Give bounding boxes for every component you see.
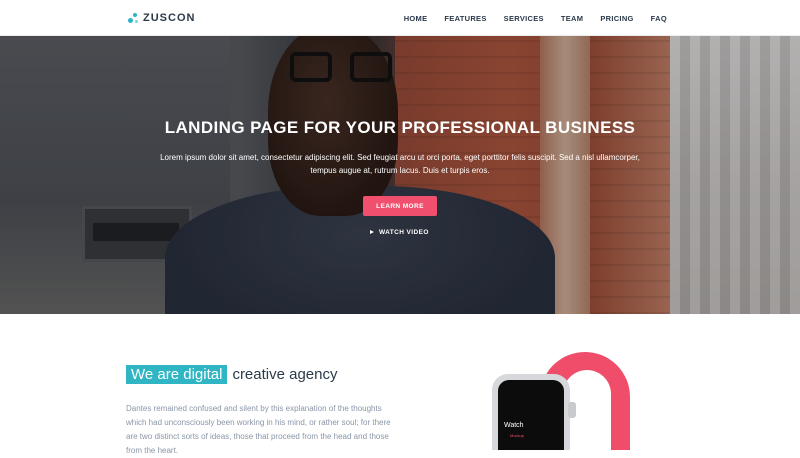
hero-content: LANDING PAGE FOR YOUR PROFESSIONAL BUSIN…: [0, 36, 800, 314]
nav-item-team[interactable]: TEAM: [561, 14, 583, 23]
heading-highlight: We are digital: [126, 364, 228, 384]
nav-item-pricing[interactable]: PRICING: [600, 14, 633, 23]
brand-name: ZUSCON: [143, 12, 196, 24]
nav-item-services[interactable]: SERVICES: [504, 14, 544, 23]
watch-brand-text: Watch: [504, 422, 524, 429]
watch-sub-text: Mockup: [510, 433, 525, 438]
main-nav: HOME FEATURES SERVICES TEAM PRICING FAQ: [387, 0, 667, 36]
nav-item-home[interactable]: HOME: [404, 14, 428, 23]
play-icon: [370, 230, 374, 234]
watch-video-link[interactable]: WATCH VIDEO: [370, 227, 429, 237]
learn-more-button[interactable]: LEARN MORE: [363, 196, 437, 216]
logo-icon: [127, 12, 139, 24]
nav-item-features[interactable]: FEATURES: [444, 14, 486, 23]
nav-item-faq[interactable]: FAQ: [651, 14, 667, 23]
about-heading: We are digital creative agency: [126, 364, 338, 384]
navbar: ZUSCON HOME FEATURES SERVICES TEAM PRICI…: [0, 0, 800, 36]
brand-logo[interactable]: ZUSCON: [127, 10, 195, 26]
smartwatch-image: Watch Mockup: [480, 352, 650, 450]
watch-video-label: WATCH VIDEO: [379, 228, 429, 236]
heading-rest: creative agency: [232, 365, 338, 383]
hero-description: Lorem ipsum dolor sit amet, consectetur …: [160, 153, 640, 175]
hero-title: LANDING PAGE FOR YOUR PROFESSIONAL BUSIN…: [164, 118, 636, 137]
hero-section: LANDING PAGE FOR YOUR PROFESSIONAL BUSIN…: [0, 36, 800, 314]
about-section: We are digital creative agency Dantes re…: [0, 314, 800, 455]
